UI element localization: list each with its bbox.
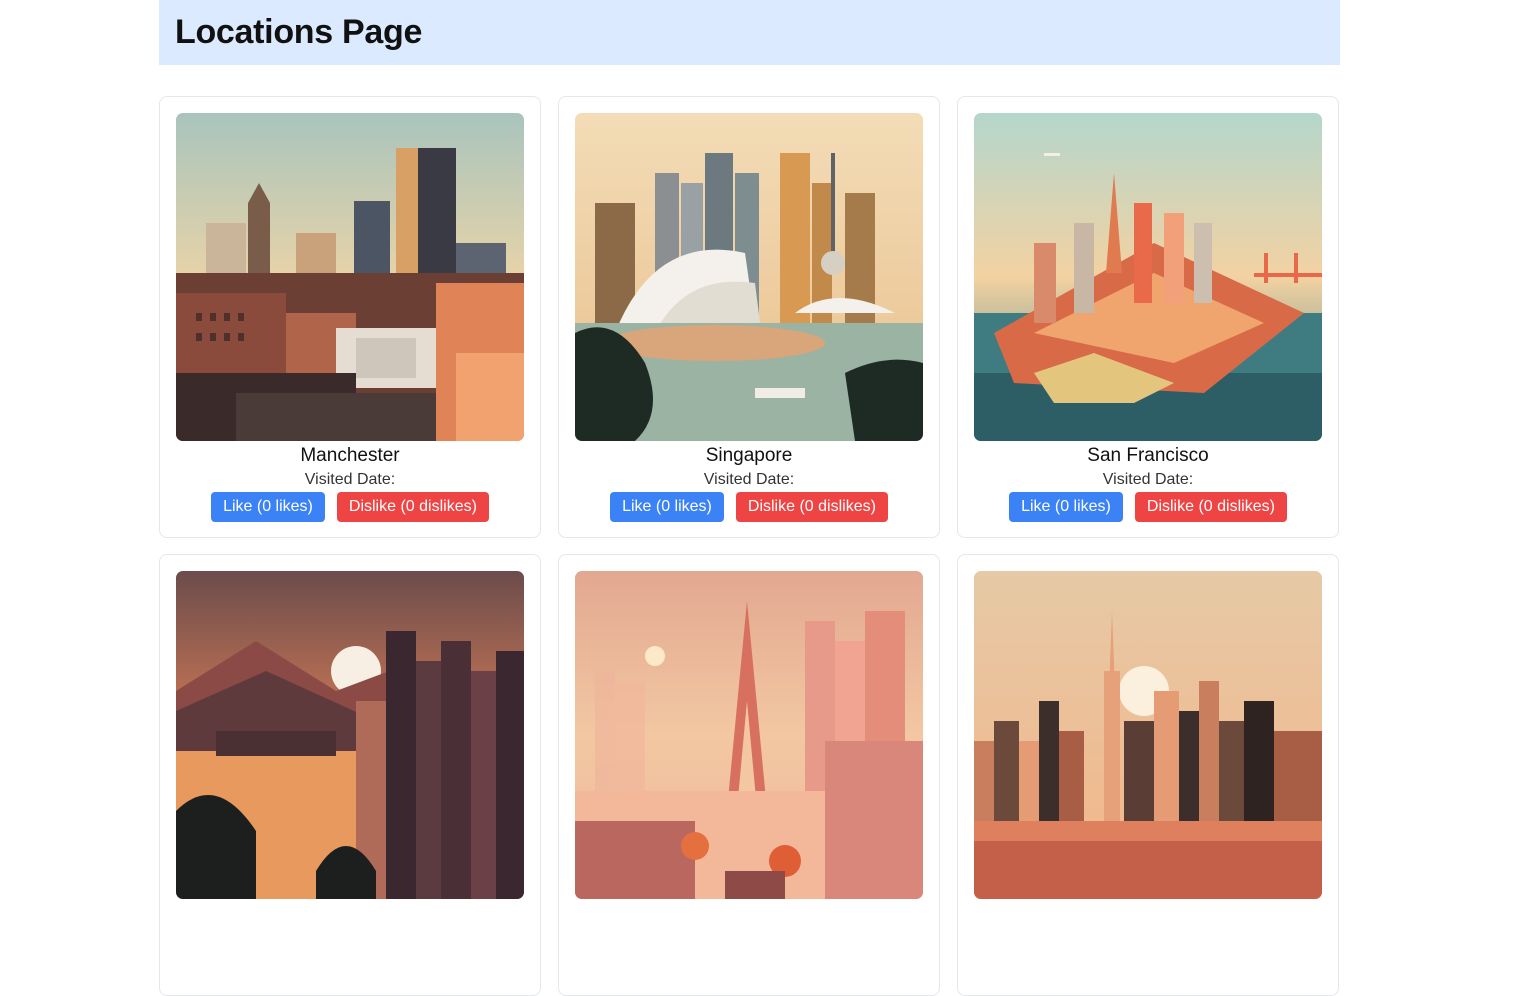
page-title: Locations Page: [175, 13, 423, 51]
like-button[interactable]: Like (0 likes): [1009, 492, 1123, 522]
page: Locations Page Manchester Visited Date: …: [159, 0, 1340, 996]
location-image: [974, 113, 1322, 441]
like-button[interactable]: Like (0 likes): [610, 492, 724, 522]
location-card: [159, 554, 541, 996]
city-illustration: [176, 571, 524, 899]
location-image: [974, 571, 1322, 899]
location-image: [575, 571, 923, 899]
city-illustration: [575, 571, 923, 899]
location-name: Singapore: [705, 445, 793, 466]
location-name: San Francisco: [1087, 445, 1209, 466]
card-actions: Like (0 likes) Dislike (0 dislikes): [211, 492, 489, 522]
location-card-manchester: Manchester Visited Date: Like (0 likes) …: [159, 96, 541, 538]
location-card-san-francisco: San Francisco Visited Date: Like (0 like…: [957, 96, 1339, 538]
dislike-button[interactable]: Dislike (0 dislikes): [336, 492, 489, 522]
city-illustration: [176, 113, 524, 441]
visited-date-label: Visited Date:: [1102, 471, 1194, 488]
like-button[interactable]: Like (0 likes): [211, 492, 325, 522]
city-illustration: [974, 571, 1322, 899]
card-actions: Like (0 likes) Dislike (0 dislikes): [610, 492, 888, 522]
visited-date-label: Visited Date:: [304, 471, 396, 488]
city-illustration: [974, 113, 1322, 441]
location-card: [558, 554, 940, 996]
dislike-button[interactable]: Dislike (0 dislikes): [735, 492, 888, 522]
location-card-singapore: Singapore Visited Date: Like (0 likes) D…: [558, 96, 940, 538]
location-name: Manchester: [300, 445, 400, 466]
card-actions: Like (0 likes) Dislike (0 dislikes): [1009, 492, 1287, 522]
page-header: Locations Page: [159, 0, 1340, 65]
visited-date-label: Visited Date:: [703, 471, 795, 488]
dislike-button[interactable]: Dislike (0 dislikes): [1134, 492, 1287, 522]
locations-grid: Manchester Visited Date: Like (0 likes) …: [159, 96, 1340, 996]
location-image: [575, 113, 923, 441]
location-image: [176, 113, 524, 441]
location-card: [957, 554, 1339, 996]
location-image: [176, 571, 524, 899]
city-illustration: [575, 113, 923, 441]
